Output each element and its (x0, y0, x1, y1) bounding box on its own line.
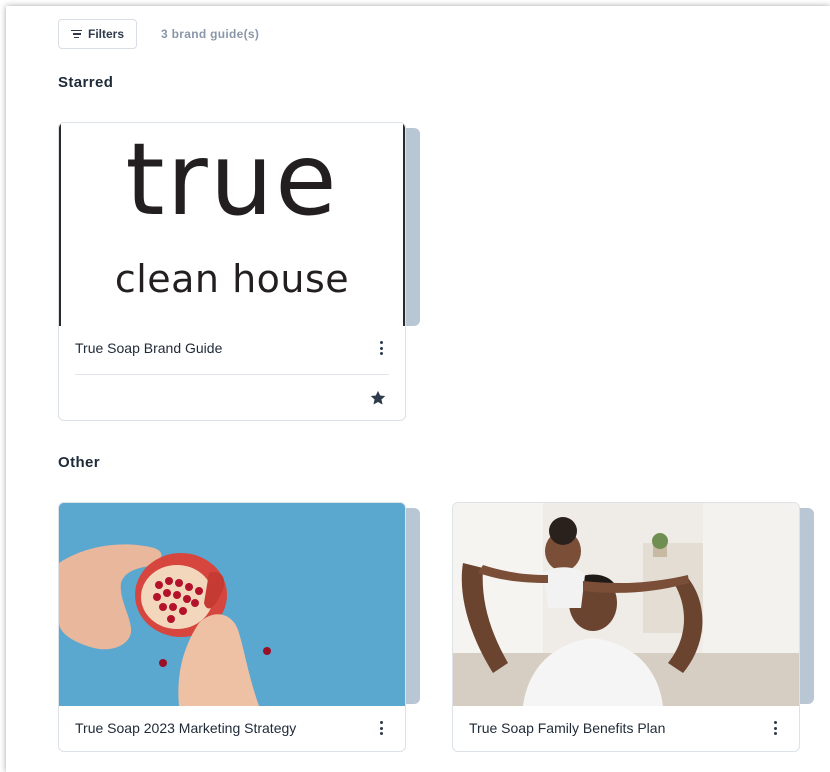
brand-guide-card[interactable]: True Soap 2023 Marketing Strategy (58, 502, 420, 752)
filter-icon (71, 30, 82, 38)
brand-guide-count: 3 brand guide(s) (161, 27, 260, 41)
card-thumbnail-logo[interactable]: true clean house (59, 123, 405, 326)
card-thumbnail-photo[interactable] (453, 503, 799, 706)
card-title[interactable]: True Soap Brand Guide (75, 340, 222, 356)
logo-tagline: clean house (114, 257, 350, 301)
brand-guide-card[interactable]: True Soap Family Benefits Plan (452, 502, 814, 752)
card-body: true clean house True Soap Brand Guide (58, 122, 406, 421)
card-title[interactable]: True Soap Family Benefits Plan (469, 720, 665, 736)
toolbar: Filters 3 brand guide(s) (58, 19, 259, 49)
card-body: True Soap 2023 Marketing Strategy (58, 502, 406, 752)
brand-guide-card[interactable]: true clean house True Soap Brand Guide (58, 122, 420, 421)
more-options-icon[interactable] (373, 719, 389, 737)
card-body: True Soap Family Benefits Plan (452, 502, 800, 752)
section-title-starred: Starred (58, 74, 114, 91)
brand-guides-panel: Filters 3 brand guide(s) Starred true cl… (6, 6, 830, 772)
family-photo (453, 503, 799, 706)
star-icon[interactable] (369, 389, 387, 407)
section-title-other: Other (58, 454, 101, 471)
card-title-row: True Soap Brand Guide (75, 326, 389, 370)
logo-wordmark: true (125, 123, 339, 238)
card-title-row: True Soap 2023 Marketing Strategy (75, 706, 389, 750)
card-thumbnail-photo[interactable] (59, 503, 405, 706)
filters-button[interactable]: Filters (58, 19, 138, 49)
filters-label: Filters (88, 27, 125, 41)
card-title-row: True Soap Family Benefits Plan (469, 706, 783, 750)
pomegranate-photo (59, 503, 405, 706)
more-options-icon[interactable] (373, 339, 389, 357)
card-title[interactable]: True Soap 2023 Marketing Strategy (75, 720, 296, 736)
card-divider (75, 374, 389, 375)
more-options-icon[interactable] (767, 719, 783, 737)
